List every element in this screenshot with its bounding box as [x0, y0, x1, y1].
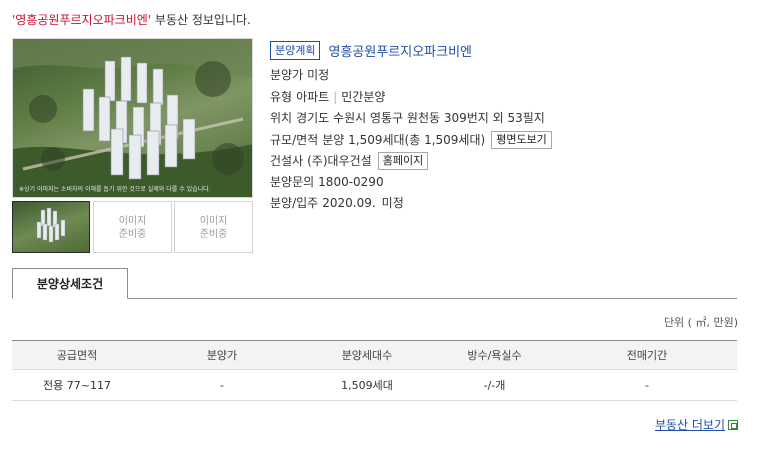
thumbnail-1-selected[interactable] [12, 201, 90, 253]
movein-label: 분양/입주 [270, 196, 319, 210]
table-cell: 1,509세대 [302, 369, 432, 401]
more-realestate-link[interactable]: 부동산 더보기 [655, 416, 738, 433]
column-header: 방수/욕실수 [432, 340, 557, 370]
header-suffix: 부동산 정보입니다. [151, 13, 251, 27]
table-header-row: 공급면적 분양가 분양세대수 방수/욕실수 전매기간 [12, 340, 737, 370]
price-value: 미정 [307, 68, 330, 82]
sale-type-value: 민간분양 [341, 90, 386, 104]
column-header: 전매기간 [557, 340, 737, 370]
column-header: 분양세대수 [302, 340, 432, 370]
photo-disclaimer: ※상기 이미지는 소비자의 이해를 돕기 위한 것으로 실제와 다를 수 있습니… [19, 186, 211, 193]
floorplan-button[interactable]: 평면도보기 [491, 131, 552, 149]
inquiry-row: 분양문의 1800-0290 [270, 173, 384, 191]
property-info: 분양계획 영흥공원푸르지오파크비엔 분양가 미정 유형 아파트 | 민간분양 위… [270, 40, 740, 210]
thumbnail-2[interactable]: 이미지 준비중 [93, 201, 172, 253]
builder-value: (주)대우건설 [307, 154, 372, 168]
tab-sale-conditions[interactable]: 분양상세조건 [12, 268, 128, 299]
unit-note: 단위 ( ㎡, 만원) [663, 316, 738, 329]
apartment-name-highlight: '영흥공원푸르지오파크비엔' [12, 13, 152, 27]
table-cell: - [557, 369, 737, 401]
table-cell: -/-개 [432, 369, 557, 401]
complex-rendering-image [13, 39, 252, 197]
type-label: 유형 [270, 90, 293, 104]
thumbnail-3[interactable]: 이미지 준비중 [174, 201, 253, 253]
table-cell: - [142, 369, 302, 401]
scale-row: 규모/면적 분양 1,509세대(총 1,509세대) 평면도보기 [270, 131, 552, 149]
table-row: 전용 77~117 - 1,509세대 -/-개 - [12, 369, 737, 401]
column-header: 공급면적 [12, 340, 142, 370]
location-row: 위치 경기도 수원시 영통구 원천동 309번지 외 53필지 [270, 109, 545, 127]
thumbnail-strip: 이미지 준비중 이미지 준비중 [12, 201, 253, 253]
type-value: 아파트 [296, 90, 330, 104]
sale-date-value: 2020.09. [322, 196, 376, 210]
scale-label: 규모/면적 [270, 133, 319, 147]
inquiry-value: 1800-0290 [318, 175, 384, 189]
thumbnail-image [36, 207, 66, 243]
homepage-button[interactable]: 홈페이지 [377, 152, 429, 170]
price-label: 분양가 [270, 68, 304, 82]
location-label: 위치 [270, 111, 293, 125]
scale-value: 분양 1,509세대(총 1,509세대) [322, 133, 486, 147]
page-header: '영흥공원푸르지오파크비엔' 부동산 정보입니다. [12, 11, 251, 28]
movein-value: 미정 [381, 196, 404, 210]
main-photo[interactable]: ※상기 이미지는 소비자의 이해를 돕기 위한 것으로 실제와 다를 수 있습니… [12, 38, 253, 198]
builder-row: 건설사 (주)대우건설 홈페이지 [270, 152, 429, 170]
image-not-ready-text: 이미지 준비중 [199, 216, 228, 240]
status-badge: 분양계획 [270, 41, 321, 60]
divider: | [333, 90, 338, 104]
movein-row: 분양/입주 2020.09. 미정 [270, 194, 404, 212]
price-row: 분양가 미정 [270, 66, 329, 84]
table-cell: 전용 77~117 [12, 369, 142, 401]
apartment-title: 영흥공원푸르지오파크비엔 [328, 45, 473, 60]
builder-label: 건설사 [270, 154, 304, 168]
title-row: 분양계획 영흥공원푸르지오파크비엔 [270, 40, 740, 61]
inquiry-label: 분양문의 [270, 175, 315, 189]
sale-conditions-table: 공급면적 분양가 분양세대수 방수/욕실수 전매기간 전용 77~117 - 1… [12, 340, 737, 401]
column-header: 분양가 [142, 340, 302, 370]
type-row: 유형 아파트 | 민간분양 [270, 88, 385, 106]
more-link-label: 부동산 더보기 [654, 418, 725, 432]
tab-bar: 분양상세조건 [12, 268, 737, 299]
image-not-ready-text: 이미지 준비중 [118, 216, 147, 240]
location-value: 경기도 수원시 영통구 원천동 309번지 외 53필지 [296, 111, 545, 125]
external-link-icon [728, 419, 738, 430]
